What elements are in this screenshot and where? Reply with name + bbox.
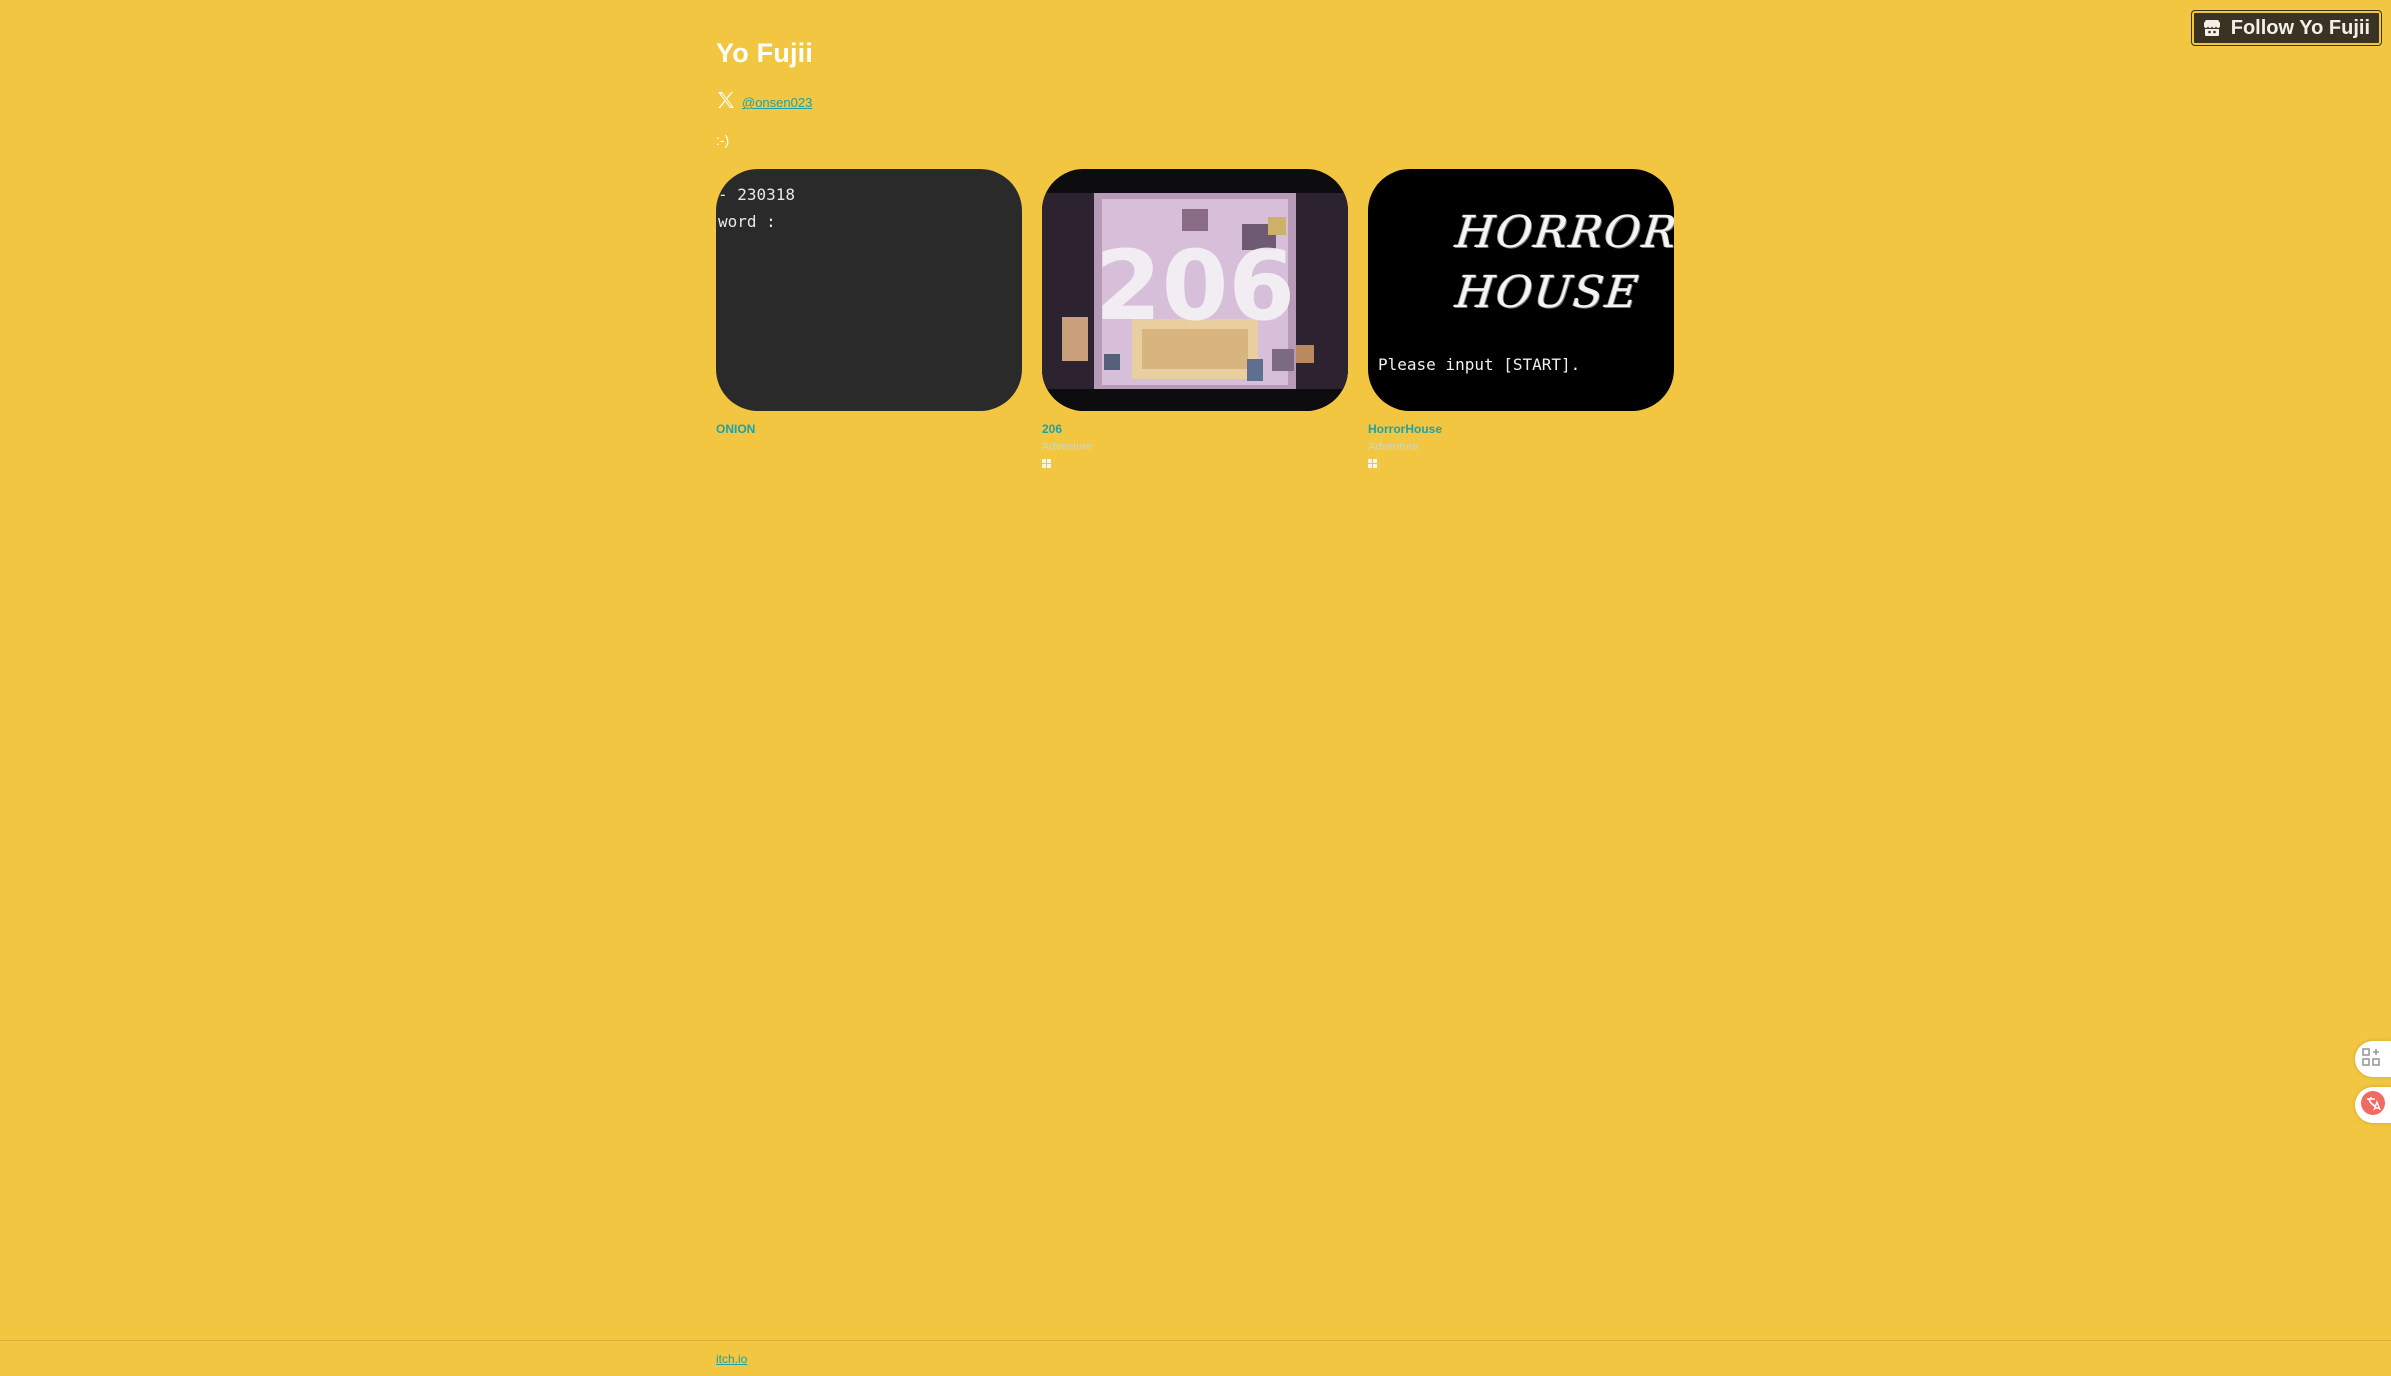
thumbnail-text-line: word : <box>718 212 776 231</box>
itch-logo-icon <box>2202 19 2222 37</box>
twitter-handle-link[interactable]: @onsen023 <box>742 95 812 110</box>
x-logo-icon <box>716 90 736 115</box>
game-thumbnail-horrorhouse[interactable]: HORROR HOUSE Please input [START]. <box>1368 169 1674 411</box>
follow-button[interactable]: Follow Yo Fujii <box>2191 11 2381 45</box>
windows-icon <box>1042 459 1052 469</box>
profile-page: Follow Yo Fujii Yo Fujii @onsen023 :-) -… <box>0 0 2391 1376</box>
game-genre: Adventure <box>1368 441 1419 453</box>
add-widget-icon <box>2360 1046 2382 1073</box>
room-pixel-art: 206 <box>1042 169 1348 411</box>
follow-button-label: Follow Yo Fujii <box>2230 16 2370 39</box>
game-thumbnail-206[interactable]: 206 <box>1042 169 1348 411</box>
profile-bio: :-) <box>716 132 730 148</box>
itch-io-link[interactable]: itch.io <box>716 1352 747 1366</box>
game-cell-onion: - 230318 word : ONION <box>716 169 1022 469</box>
thumbnail-prompt: Please input [START]. <box>1378 355 1581 374</box>
page-footer: itch.io <box>0 1340 2391 1376</box>
game-title-link[interactable]: ONION <box>716 422 1022 436</box>
translate-icon <box>2360 1090 2386 1121</box>
thumbnail-text-line: - 230318 <box>718 185 796 204</box>
game-title-link[interactable]: HorrorHouse <box>1368 422 1674 436</box>
game-cell-horrorhouse: HORROR HOUSE Please input [START]. Horro… <box>1368 169 1674 469</box>
game-title-link[interactable]: 206 <box>1042 422 1348 436</box>
game-genre: Adventure <box>1042 441 1093 453</box>
windows-icon <box>1368 459 1378 469</box>
thumbnail-title-line: HOUSE <box>1453 267 1643 318</box>
game-cell-206: 206 206 Adventure <box>1042 169 1348 469</box>
game-thumbnail-onion[interactable]: - 230318 word : <box>716 169 1022 411</box>
social-links: @onsen023 <box>716 90 812 115</box>
thumbnail-caption: 206 <box>1095 230 1295 342</box>
translate-button[interactable] <box>2355 1087 2391 1123</box>
add-widget-button[interactable] <box>2355 1041 2391 1077</box>
thumbnail-title-line: HORROR <box>1453 207 1674 258</box>
page-title: Yo Fujii <box>716 38 814 68</box>
game-grid: - 230318 word : ONION 206 206 Adventure … <box>716 169 1674 469</box>
profile-header: Yo Fujii <box>716 38 813 69</box>
